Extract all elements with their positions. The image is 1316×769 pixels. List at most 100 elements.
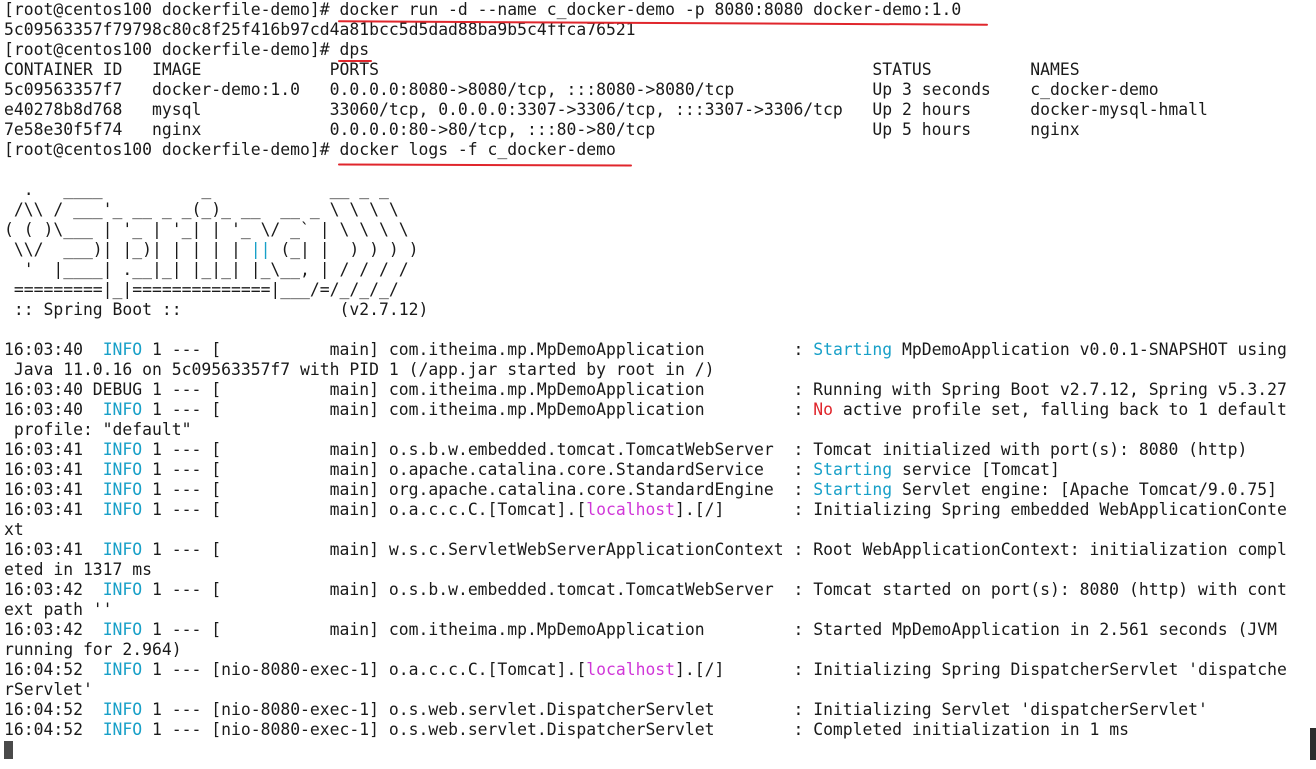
terminal-text-segment: eted in 1317 ms — [4, 560, 153, 579]
terminal-line: \\/ ___)| |_)| | | | | || (_| | ) ) ) ) — [4, 240, 1308, 260]
terminal-line: eted in 1317 ms — [4, 560, 1308, 580]
terminal-line: [root@centos100 dockerfile-demo]# docker… — [4, 0, 1308, 20]
terminal-line: 16:03:42 INFO 1 --- [ main] o.s.b.w.embe… — [4, 580, 1308, 600]
terminal-line: e40278b8d768 mysql 33060/tcp, 0.0.0.0:33… — [4, 100, 1308, 120]
terminal-text-segment: INFO — [102, 700, 143, 719]
terminal-line: 16:03:42 INFO 1 --- [ main] com.itheima.… — [4, 620, 1308, 640]
terminal-text-segment: 16:03:42 — [4, 620, 103, 639]
terminal-line: [root@centos100 dockerfile-demo]# docker… — [4, 140, 1308, 160]
terminal-text-segment: INFO — [102, 400, 143, 419]
terminal-text-segment: 16:04:52 — [4, 660, 103, 679]
terminal-text-segment: \\/ ___)| |_)| | | | | — [4, 240, 251, 259]
terminal-text-segment: Starting — [813, 480, 893, 499]
terminal-line: profile: "default" — [4, 420, 1308, 440]
command-underline-dps — [338, 60, 372, 62]
terminal-line: . ____ _ __ _ _ — [4, 180, 1308, 200]
terminal-text-segment: 1 --- [ main] o.s.b.w.embedded.tomcat.To… — [142, 440, 1248, 459]
terminal-scrollbar-thumb[interactable] — [1310, 728, 1316, 760]
terminal-line: 16:03:41 INFO 1 --- [ main] w.s.c.Servle… — [4, 540, 1308, 560]
terminal-text-segment: MpDemoApplication v0.0.1-SNAPSHOT using — [892, 340, 1287, 359]
terminal-text-segment: active profile set, falling back to 1 de… — [832, 400, 1287, 419]
terminal-text-segment: INFO — [102, 480, 143, 499]
terminal-text-segment: 16:03:41 — [4, 460, 103, 479]
terminal-text-segment: xt — [4, 520, 24, 539]
terminal-text-segment: 1 --- [ main] w.s.c.ServletWebServerAppl… — [142, 540, 1287, 559]
terminal-text-segment: 5c09563357f7 docker-demo:1.0 0.0.0.0:808… — [4, 80, 1159, 99]
terminal-line: 16:03:41 INFO 1 --- [ main] o.apache.cat… — [4, 460, 1308, 480]
terminal-text-segment: [root@centos100 dockerfile-demo]# docker… — [4, 0, 962, 19]
terminal-text-segment: No — [813, 400, 833, 419]
terminal-line: ( ( )\___ | '_ | '_| | '_ \/ _` | \ \ \ … — [4, 220, 1308, 240]
terminal-text-segment: Starting — [813, 340, 893, 359]
terminal-text-segment: /\\ / ___'_ __ _ _(_)_ __ __ _ \ \ \ \ — [4, 200, 399, 219]
terminal-text-segment: 16:03:41 — [4, 500, 103, 519]
terminal-text-segment: 7e58e30f5f74 nginx 0.0.0.0:80->80/tcp, :… — [4, 120, 1080, 139]
terminal-text-segment: rServlet' — [4, 680, 93, 699]
terminal-text-segment: localhost — [586, 660, 676, 679]
terminal-text-segment: running for 2.964) — [4, 640, 182, 659]
terminal-line: running for 2.964) — [4, 640, 1308, 660]
terminal-line: 16:04:52 INFO 1 --- [nio-8080-exec-1] o.… — [4, 700, 1308, 720]
terminal-text-segment: =========|_|==============|___/=/_/_/_/ — [4, 280, 399, 299]
terminal-text-segment: 16:03:41 — [4, 540, 103, 559]
terminal-text-segment: profile: "default" — [4, 420, 192, 439]
terminal-text-segment: INFO — [102, 720, 143, 739]
terminal-line: ext path '' — [4, 600, 1308, 620]
terminal-text-segment: INFO — [102, 620, 143, 639]
terminal-text-segment: INFO — [102, 440, 143, 459]
terminal-line: CONTAINER ID IMAGE PORTS STATUS NAMES — [4, 60, 1308, 80]
terminal-text-segment: INFO — [102, 540, 143, 559]
terminal-line: rServlet' — [4, 680, 1308, 700]
terminal-text-segment: [root@centos100 dockerfile-demo]# dps — [4, 40, 370, 59]
terminal-text-segment: ].[/] : Initializing Spring DispatcherSe… — [675, 660, 1287, 679]
terminal-text-segment: ' |____| .__|_| |_|_| |_\__, | / / / / — [4, 260, 409, 279]
terminal-text-segment: Java 11.0.16 on 5c09563357f7 with PID 1 … — [4, 360, 715, 379]
terminal-text-segment: ( ( )\___ | '_ | '_| | '_ \/ _` | \ \ \ … — [4, 220, 409, 239]
terminal-line: xt — [4, 520, 1308, 540]
terminal-text-segment: 16:03:41 — [4, 440, 103, 459]
terminal-output[interactable]: [root@centos100 dockerfile-demo]# docker… — [4, 0, 1308, 740]
terminal-text-segment: service [Tomcat] — [892, 460, 1060, 479]
terminal-text-segment: ].[/] : Initializing Spring embedded Web… — [675, 500, 1287, 519]
terminal-text-segment: 16:03:40 DEBUG 1 --- [ main] com.itheima… — [4, 380, 1287, 399]
terminal-text-segment: 16:03:42 — [4, 580, 103, 599]
terminal-text-segment: . ____ _ __ _ _ — [4, 180, 389, 199]
terminal-text-segment: ext path '' — [4, 600, 113, 619]
terminal-line: 5c09563357f7 docker-demo:1.0 0.0.0.0:808… — [4, 80, 1308, 100]
terminal-text-segment: || — [250, 240, 271, 259]
terminal-text-segment: INFO — [102, 580, 143, 599]
terminal-text-segment: INFO — [102, 340, 143, 359]
terminal-text-segment: 1 --- [ main] com.itheima.mp.MpDemoAppli… — [142, 400, 814, 419]
terminal-text-segment: 16:03:41 — [4, 480, 103, 499]
terminal-text-segment: 1 --- [ main] o.apache.catalina.core.Sta… — [142, 460, 814, 479]
terminal-text-segment: 16:04:52 — [4, 720, 103, 739]
terminal-line: 7e58e30f5f74 nginx 0.0.0.0:80->80/tcp, :… — [4, 120, 1308, 140]
terminal-line: ' |____| .__|_| |_|_| |_\__, | / / / / — [4, 260, 1308, 280]
terminal-text-segment: 1 --- [ main] com.itheima.mp.MpDemoAppli… — [142, 620, 1277, 639]
terminal-text-segment: localhost — [586, 500, 676, 519]
terminal-text-segment: Servlet engine: [Apache Tomcat/9.0.75] — [892, 480, 1278, 499]
terminal-line: 16:04:52 INFO 1 --- [nio-8080-exec-1] o.… — [4, 660, 1308, 680]
terminal-line: 16:03:41 INFO 1 --- [ main] org.apache.c… — [4, 480, 1308, 500]
terminal-line: :: Spring Boot :: (v2.7.12) — [4, 300, 1308, 320]
terminal-text-segment: 1 --- [nio-8080-exec-1] o.s.web.servlet.… — [142, 720, 1129, 739]
terminal-text-segment: 1 --- [nio-8080-exec-1] o.a.c.c.C.[Tomca… — [142, 660, 587, 679]
terminal-line: /\\ / ___'_ __ _ _(_)_ __ __ _ \ \ \ \ — [4, 200, 1308, 220]
terminal-text-segment: e40278b8d768 mysql 33060/tcp, 0.0.0.0:33… — [4, 100, 1208, 119]
terminal-text-segment: 1 --- [ main] o.s.b.w.embedded.tomcat.To… — [142, 580, 1287, 599]
terminal-line: 16:04:52 INFO 1 --- [nio-8080-exec-1] o.… — [4, 720, 1308, 740]
terminal-line: 16:03:41 INFO 1 --- [ main] o.a.c.c.C.[T… — [4, 500, 1308, 520]
terminal-text-segment: Starting — [813, 460, 893, 479]
terminal-text-segment: 1 --- [ main] o.a.c.c.C.[Tomcat].[ — [142, 500, 587, 519]
terminal-text-segment: [root@centos100 dockerfile-demo]# docker… — [4, 140, 616, 159]
terminal-line: 16:03:40 INFO 1 --- [ main] com.itheima.… — [4, 400, 1308, 420]
terminal-line: 16:03:41 INFO 1 --- [ main] o.s.b.w.embe… — [4, 440, 1308, 460]
terminal-text-segment: :: Spring Boot :: (v2.7.12) — [4, 300, 429, 319]
terminal-line: 16:03:40 DEBUG 1 --- [ main] com.itheima… — [4, 380, 1308, 400]
terminal-text-segment: INFO — [102, 460, 143, 479]
terminal-cursor — [4, 741, 13, 759]
terminal-text-segment: (_| | ) ) ) ) — [270, 240, 419, 259]
terminal-text-segment: CONTAINER ID IMAGE PORTS STATUS NAMES — [4, 60, 1080, 79]
